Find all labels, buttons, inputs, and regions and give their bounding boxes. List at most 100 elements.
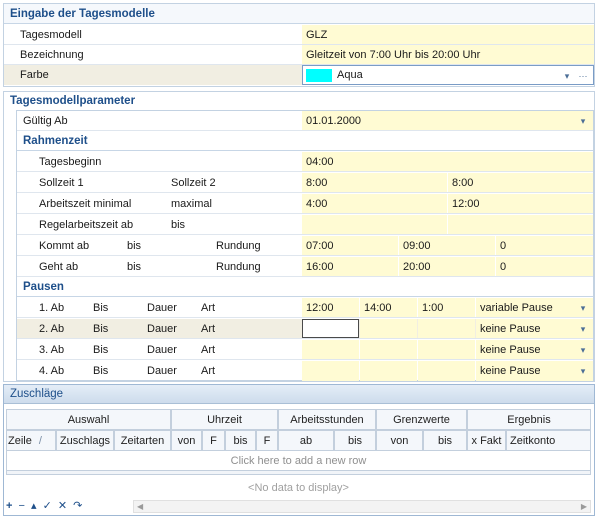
kommt-rundung-field[interactable]: 0 xyxy=(496,236,593,255)
arbeitszeit-max-label: maximal xyxy=(171,198,212,210)
cancel-icon[interactable]: ✕ xyxy=(58,500,67,512)
refresh-icon[interactable]: ↷ xyxy=(73,500,82,512)
tagesbeginn-row: Tagesbeginn 04:00 xyxy=(17,152,593,172)
col-uhrzeit-von-f[interactable]: F xyxy=(202,430,225,451)
col-uhrzeit-von[interactable]: von xyxy=(171,430,202,451)
pause-ab-field[interactable] xyxy=(302,361,359,381)
regel-bis-label: bis xyxy=(171,219,186,231)
add-row-separator xyxy=(6,471,591,475)
pause-art-field[interactable]: variable Pause xyxy=(476,298,593,317)
group-ergebnis: Ergebnis xyxy=(467,409,591,430)
geht-ab-field[interactable]: 16:00 xyxy=(302,257,398,276)
pause-art-field[interactable]: keine Pause xyxy=(476,361,593,381)
kommt-ab-label: Kommt ab xyxy=(39,240,90,252)
pause-bis-field[interactable] xyxy=(360,340,417,359)
check-icon[interactable]: ✓ xyxy=(43,500,52,512)
arbeitszeit-max-field[interactable]: 12:00 xyxy=(448,194,593,213)
pause-dauer-field[interactable]: 1:00 xyxy=(418,298,475,317)
pause-bis-label: Bis xyxy=(93,323,109,335)
farbe-value: Aqua xyxy=(337,69,363,81)
chevron-down-icon[interactable]: ▾ xyxy=(577,361,589,381)
group-auswahl: Auswahl xyxy=(6,409,171,430)
pause-bis-field[interactable] xyxy=(360,319,417,338)
pause-dauer-field[interactable] xyxy=(418,319,475,338)
geht-rundung-label: Rundung xyxy=(216,261,261,273)
pause-row-1: 1. Ab Bis Dauer Art 12:00 14:00 1:00 var… xyxy=(17,298,593,318)
bezeichnung-field[interactable]: Gleitzeit von 7:00 Uhr bis 20:00 Uhr xyxy=(302,45,594,64)
kommt-row: Kommt ab bis Rundung 07:00 09:00 0 xyxy=(17,236,593,256)
col-grenzwerte-von[interactable]: von xyxy=(376,430,423,451)
pause-row-4: 4. Ab Bis Dauer Art keine Pause ▾ xyxy=(17,361,593,381)
sort-indicator-icon: / xyxy=(38,435,42,447)
pause-art-label: Art xyxy=(201,344,216,356)
chevron-down-icon[interactable]: ▾ xyxy=(561,66,573,84)
group-arbeitsstunden: Arbeitsstunden xyxy=(278,409,376,430)
regel-bis-field[interactable] xyxy=(448,215,593,234)
geht-bis-field[interactable]: 20:00 xyxy=(399,257,495,276)
scroll-right-icon[interactable]: ▶ xyxy=(581,502,587,511)
pause-ab-field[interactable] xyxy=(302,319,359,338)
params-title: Tagesmodellparameter xyxy=(10,95,136,107)
col-uhrzeit-bis[interactable]: bis xyxy=(225,430,256,451)
scroll-left-icon[interactable]: ◀ xyxy=(137,502,143,511)
kommt-bis-field[interactable]: 09:00 xyxy=(399,236,495,255)
gueltig-field[interactable]: 01.01.2000 xyxy=(302,111,593,130)
no-data-text: <No data to display> xyxy=(248,482,349,494)
arbeitszeit-row: Arbeitszeit minimal maximal 4:00 12:00 xyxy=(17,194,593,214)
pause-ab-field[interactable]: 12:00 xyxy=(302,298,359,317)
remove-icon[interactable]: − xyxy=(19,500,25,512)
col-zuschlags[interactable]: Zuschlags xyxy=(56,430,114,451)
col-grenzwerte-bis[interactable]: bis xyxy=(423,430,467,451)
arbeitszeit-min-field[interactable]: 4:00 xyxy=(302,194,447,213)
sollzeit-row: Sollzeit 1 Sollzeit 2 8:00 8:00 xyxy=(17,173,593,193)
kommt-ab-field[interactable]: 07:00 xyxy=(302,236,398,255)
col-arbeitsstunden-bis[interactable]: bis xyxy=(334,430,376,451)
ellipsis-icon[interactable]: ··· xyxy=(575,66,591,84)
pause-dauer-field[interactable] xyxy=(418,361,475,381)
chevron-down-icon[interactable]: ▾ xyxy=(577,340,589,359)
gueltig-label: Gültig Ab xyxy=(23,115,68,127)
pause-bis-label: Bis xyxy=(93,365,109,377)
pause-bis-field[interactable]: 14:00 xyxy=(360,298,417,317)
pause-art-label: Art xyxy=(201,323,216,335)
pause-bis-field[interactable] xyxy=(360,361,417,381)
group-uhrzeit: Uhrzeit xyxy=(171,409,278,430)
grid-navigator: + − ▴ ✓ ✕ ↷ xyxy=(6,499,132,514)
add-new-row[interactable]: Click here to add a new row xyxy=(6,451,591,471)
sollzeit2-field[interactable]: 8:00 xyxy=(448,173,593,192)
bezeichnung-row: Bezeichnung Gleitzeit von 7:00 Uhr bis 2… xyxy=(4,45,594,65)
geht-ab-label: Geht ab xyxy=(39,261,79,273)
pause-art-field[interactable]: keine Pause xyxy=(476,319,593,338)
geht-rundung-field[interactable]: 0 xyxy=(496,257,593,276)
rahmenzeit-title: Rahmenzeit xyxy=(17,132,593,151)
col-zeitarten[interactable]: Zeitarten xyxy=(114,430,171,451)
chevron-down-icon[interactable]: ▾ xyxy=(577,111,589,130)
add-icon[interactable]: + xyxy=(6,500,12,512)
tagesmodell-label: Tagesmodell xyxy=(20,29,82,41)
pause-dauer-field[interactable] xyxy=(418,340,475,359)
horizontal-scrollbar[interactable]: ◀ ▶ xyxy=(133,500,591,513)
kommt-bis-label: bis xyxy=(127,240,142,252)
col-zeile-label: Zeile xyxy=(8,435,32,447)
bezeichnung-label: Bezeichnung xyxy=(20,49,84,61)
col-arbeitsstunden-ab[interactable]: ab xyxy=(278,430,334,451)
col-zeile[interactable]: Zeile / xyxy=(6,430,56,451)
farbe-field[interactable]: Aqua ▾ ··· xyxy=(302,65,594,85)
regelarbeitszeit-row: Regelarbeitszeit ab bis xyxy=(17,215,593,235)
farbe-label: Farbe xyxy=(20,69,49,81)
chevron-down-icon[interactable]: ▾ xyxy=(577,298,589,317)
sollzeit1-field[interactable]: 8:00 xyxy=(302,173,447,192)
tagesbeginn-field[interactable]: 04:00 xyxy=(302,152,593,171)
up-icon[interactable]: ▴ xyxy=(31,500,37,512)
tagesmodell-field[interactable]: GLZ xyxy=(302,25,594,44)
chevron-down-icon[interactable]: ▾ xyxy=(577,319,589,338)
regel-ab-field[interactable] xyxy=(302,215,447,234)
pause-ab-label: 1. Ab xyxy=(39,302,65,314)
col-zeitkonto[interactable]: Zeitkonto xyxy=(506,430,591,451)
col-uhrzeit-bis-f[interactable]: F xyxy=(256,430,278,451)
pause-dauer-label: Dauer xyxy=(147,344,177,356)
pause-art-field[interactable]: keine Pause xyxy=(476,340,593,359)
farbe-row: Farbe Aqua ▾ ··· xyxy=(4,65,594,85)
pause-ab-field[interactable] xyxy=(302,340,359,359)
col-faktor[interactable]: x Fakt xyxy=(467,430,506,451)
